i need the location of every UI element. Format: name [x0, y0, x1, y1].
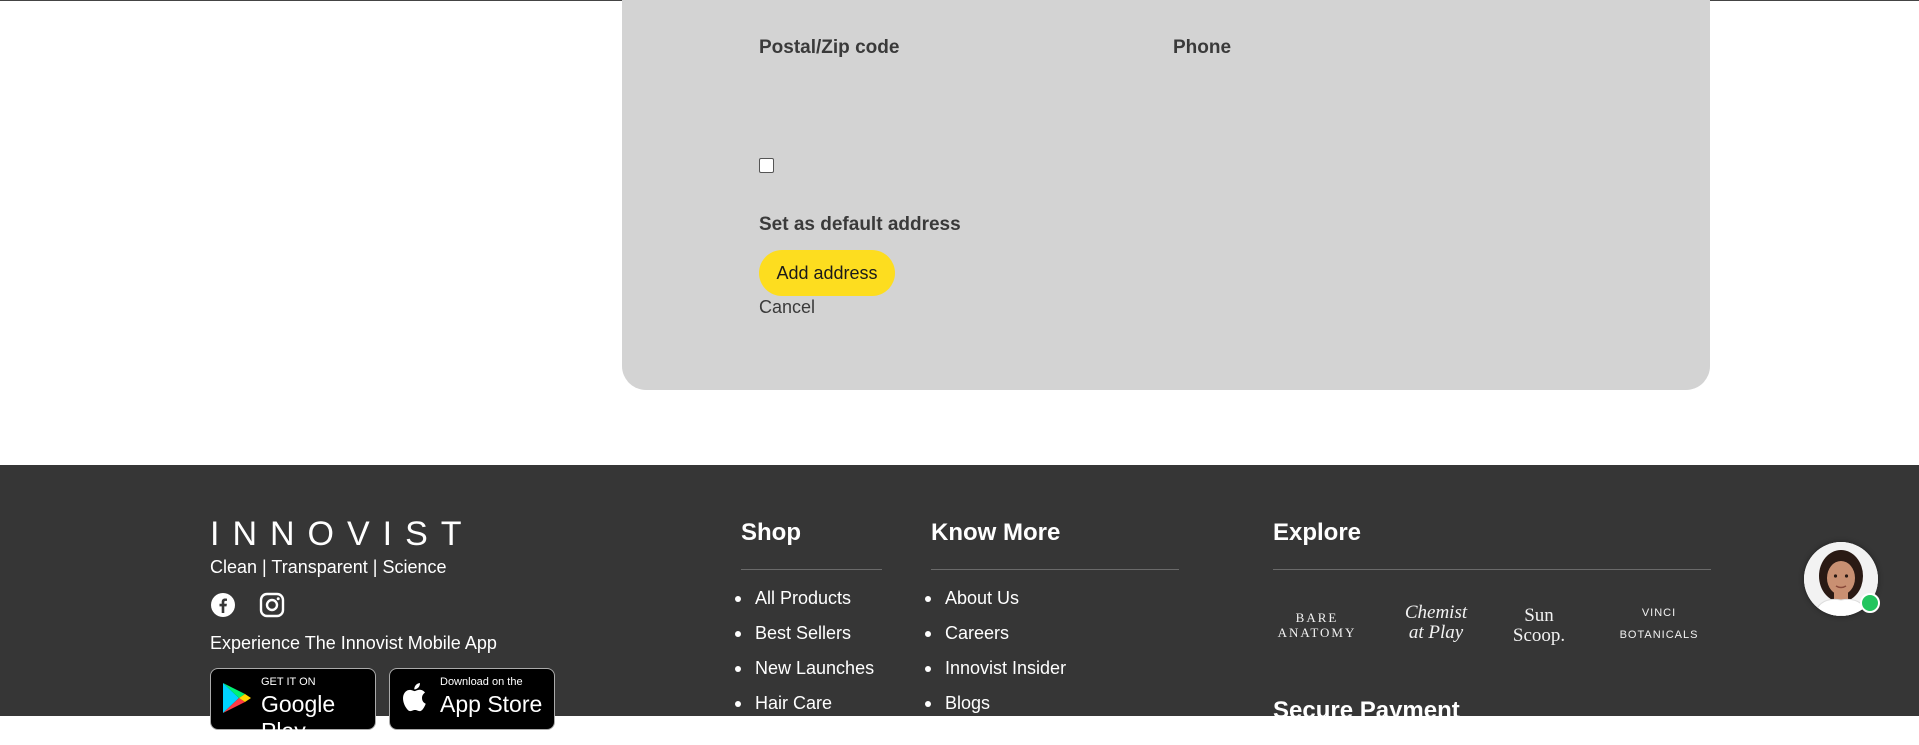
add-address-button[interactable]: Add address — [759, 250, 895, 296]
brand-tagline: Clean | Transparent | Science — [210, 557, 447, 577]
app-store-badge[interactable]: Download on the App Store — [389, 668, 555, 730]
cancel-link[interactable]: Cancel — [759, 297, 815, 318]
google-play-badge[interactable]: GET IT ON Google Play — [210, 668, 376, 744]
app-store-big: App Store — [440, 691, 543, 717]
google-play-small: GET IT ON — [261, 676, 316, 688]
secure-payment-heading: Secure Payment — [1273, 697, 1460, 724]
know-more-links: About Us Careers Innovist Insider Blogs — [925, 581, 1066, 721]
default-address-label: Set as default address — [759, 214, 961, 235]
brand-chemist-at-play-text: Chemist at Play — [1404, 602, 1468, 643]
footer-link-best-sellers[interactable]: Best Sellers — [735, 616, 874, 651]
explore-divider — [1273, 569, 1711, 570]
mobile-app-heading: Experience The Innovist Mobile App — [210, 633, 497, 653]
shop-links: All Products Best Sellers New Launches H… — [735, 581, 874, 721]
app-store-small: Download on the — [440, 676, 523, 688]
online-status-indicator — [1860, 593, 1880, 613]
footer-link-about-us[interactable]: About Us — [925, 581, 1066, 616]
default-address-checkbox[interactable] — [759, 158, 774, 173]
facebook-icon[interactable] — [210, 592, 236, 618]
site-footer: INNOVIST Clean | Transparent | Science E… — [0, 465, 1919, 744]
brand-sun-scoop[interactable]: Sun Scoop. — [1509, 606, 1569, 646]
footer-link-innovist-insider[interactable]: Innovist Insider — [925, 651, 1066, 686]
footer-link-new-launches[interactable]: New Launches — [735, 651, 874, 686]
footer-link-all-products[interactable]: All Products — [735, 581, 874, 616]
brand-bare-anatomy-text: BARE ANATOMY — [1277, 610, 1357, 640]
innovist-logo[interactable]: INNOVIST — [210, 515, 475, 554]
shop-divider — [741, 569, 882, 570]
explore-heading: Explore — [1273, 519, 1362, 546]
postal-code-label: Postal/Zip code — [759, 37, 900, 58]
brand-chemist-at-play[interactable]: Chemist at Play — [1396, 603, 1476, 643]
google-play-big: Google Play — [261, 691, 336, 744]
google-play-icon — [223, 683, 251, 713]
instagram-icon[interactable] — [259, 592, 285, 618]
footer-link-careers[interactable]: Careers — [925, 616, 1066, 651]
know-more-heading: Know More — [931, 519, 1061, 546]
apple-icon — [403, 683, 426, 712]
brand-bare-anatomy[interactable]: BARE ANATOMY — [1273, 610, 1361, 640]
brand-sun-scoop-text: Sun Scoop. — [1512, 605, 1566, 646]
brand-vinci-botanicals[interactable]: VINCI BOTANICALS — [1606, 602, 1712, 646]
phone-label: Phone — [1173, 37, 1232, 58]
shop-heading: Shop — [741, 519, 801, 546]
brand-vinci-botanicals-text: VINCI BOTANICALS — [1619, 607, 1699, 641]
know-more-divider — [931, 569, 1179, 570]
